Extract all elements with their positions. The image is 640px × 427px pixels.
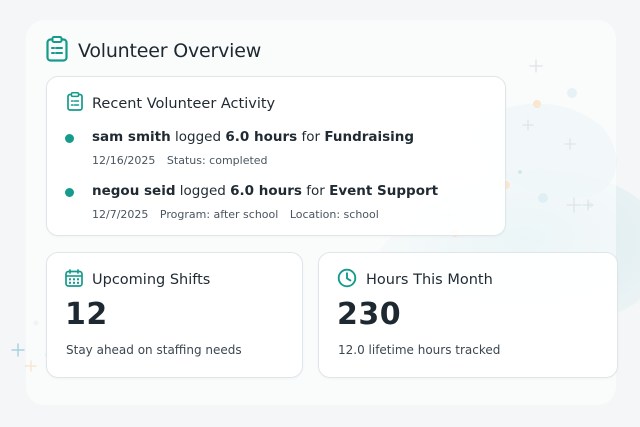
activity-hours: 6.0 hours [230, 183, 302, 199]
clipboard-icon [67, 92, 83, 115]
page-title: Volunteer Overview [78, 40, 262, 62]
hours-this-month-subtitle: 12.0 lifetime hours tracked [338, 343, 501, 357]
activity-status: Status: completed [166, 154, 268, 167]
activity-prep: for [301, 129, 321, 145]
activity-location: Location: school [289, 208, 379, 221]
activity-prep: for [306, 183, 325, 199]
calendar-icon [65, 269, 83, 291]
activity-date: 12/7/2025 [92, 208, 149, 221]
upcoming-shifts-title: Upcoming Shifts [92, 272, 211, 288]
activity-hours: 6.0 hours [225, 129, 298, 145]
activity-verb: logged [175, 129, 222, 145]
hours-this-month-value: 230 [337, 297, 402, 332]
activity-program: Program: after school [159, 208, 279, 221]
activity-category: Event Support [329, 183, 439, 199]
recent-activity-card: Recent Volunteer Activity sam smith logg… [46, 76, 506, 236]
activity-meta: 12/7/2025 Program: after school Location… [92, 208, 387, 221]
recent-activity-title: Recent Volunteer Activity [92, 95, 276, 112]
activity-dot [65, 188, 74, 197]
clipboard-icon [46, 36, 68, 66]
activity-verb: logged [179, 183, 226, 199]
upcoming-shifts-card[interactable]: Upcoming Shifts 12 Stay ahead on staffin… [46, 252, 303, 378]
upcoming-shifts-subtitle: Stay ahead on staffing needs [66, 343, 242, 357]
hours-this-month-header: Hours This Month [337, 268, 493, 292]
clock-icon [337, 268, 357, 292]
activity-category: Fundraising [324, 129, 415, 145]
activity-summary: negou seid logged 6.0 hours for Event Su… [92, 183, 438, 199]
page-header: Volunteer Overview [46, 36, 261, 66]
recent-activity-header: Recent Volunteer Activity [67, 92, 275, 115]
activity-summary: sam smith logged 6.0 hours for Fundraisi… [92, 129, 414, 145]
activity-date: 12/16/2025 [92, 154, 156, 167]
volunteer-name: sam smith [92, 129, 171, 145]
upcoming-shifts-value: 12 [65, 297, 108, 332]
hours-this-month-card[interactable]: Hours This Month 230 12.0 lifetime hours… [318, 252, 618, 378]
upcoming-shifts-header: Upcoming Shifts [65, 269, 210, 291]
volunteer-name: negou seid [92, 183, 176, 199]
hours-this-month-title: Hours This Month [366, 272, 493, 288]
activity-meta: 12/16/2025 Status: completed [92, 154, 276, 167]
activity-dot [65, 134, 74, 143]
